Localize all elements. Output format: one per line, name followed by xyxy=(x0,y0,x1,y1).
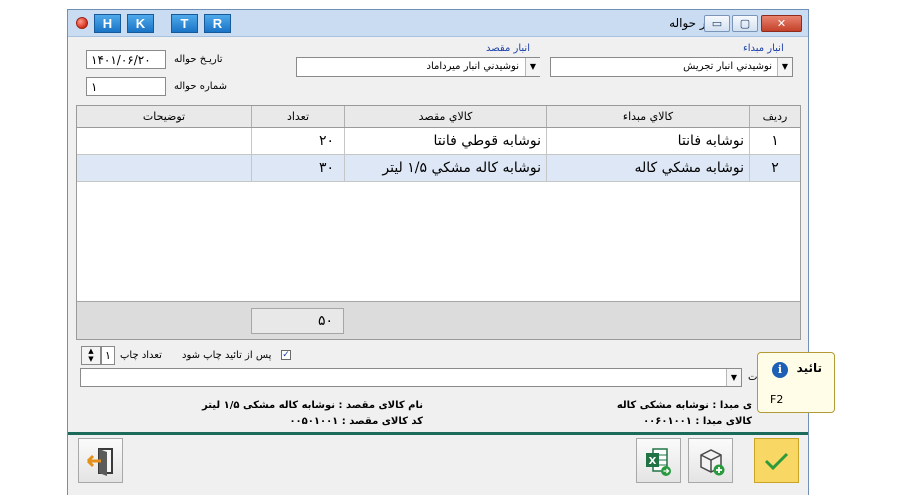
header-row-number[interactable]: رديف xyxy=(749,106,800,127)
svg-text:X: X xyxy=(649,456,657,467)
source-item-code-info: کالای مبدا : ۰۰۶۰۱۰۰۱ xyxy=(643,416,752,427)
exit-door-icon xyxy=(86,448,113,476)
cell-qty[interactable]: ۲۰ xyxy=(251,128,344,154)
total-qty: ۵۰ xyxy=(251,308,344,334)
titlebar: H K T R صدور حواله ▭ ▢ ✕ xyxy=(68,10,808,37)
transfer-window: H K T R صدور حواله ▭ ▢ ✕ انبار مبداء ▼ ن… xyxy=(67,9,809,495)
source-warehouse-value: نوشيدني انبار تجريش xyxy=(683,61,772,72)
dest-warehouse-label: انبار مقصد xyxy=(486,43,530,54)
cell-dest-item[interactable]: نوشابه قوطي فانتا xyxy=(344,128,546,154)
title-button-h[interactable]: H xyxy=(94,14,121,33)
source-item-name-info: ی مبدا : نوشابه مشکی کاله xyxy=(616,400,752,411)
items-grid: توضيحات تعداد کالاي مقصد کالاي مبداء ردي… xyxy=(76,105,801,340)
confirm-tooltip: i تائید F2 xyxy=(757,352,835,413)
totals-bar: ۵۰ xyxy=(77,301,800,339)
info-icon: i xyxy=(772,362,788,378)
table-row[interactable]: ۲۰ نوشابه قوطي فانتا نوشابه فانتا ۱ xyxy=(77,128,800,155)
header-dest-item[interactable]: کالاي مقصد xyxy=(344,106,546,127)
restore-button[interactable]: ▢ xyxy=(732,15,758,32)
restore-icon: ▢ xyxy=(739,17,751,30)
description-select[interactable]: ▼ xyxy=(80,368,742,387)
header-notes[interactable]: توضيحات xyxy=(77,106,251,127)
header-source-item[interactable]: کالاي مبداء xyxy=(546,106,749,127)
number-label: شماره حواله xyxy=(174,81,227,92)
cell-source-item[interactable]: نوشابه مشکي کاله xyxy=(546,155,749,181)
excel-export-icon: X xyxy=(646,448,671,476)
tooltip-shortcut: F2 xyxy=(770,393,784,406)
dest-item-name-info: نام کالای مقصد : نوشابه کاله مشکی ۱/۵ لي… xyxy=(201,400,423,411)
cell-source-item[interactable]: نوشابه فانتا xyxy=(546,128,749,154)
dest-chevron-down-icon[interactable]: ▼ xyxy=(525,58,540,76)
print-count-stepper[interactable]: ▲ ▼ xyxy=(81,346,101,365)
print-count-label: تعداد چاپ xyxy=(120,350,162,361)
close-icon: ✕ xyxy=(776,17,787,30)
description-chevron-down-icon[interactable]: ▼ xyxy=(726,369,741,386)
title-button-k[interactable]: K xyxy=(127,14,154,33)
grid-header: توضيحات تعداد کالاي مقصد کالاي مبداء ردي… xyxy=(77,106,800,128)
cell-notes[interactable] xyxy=(77,128,251,154)
cell-notes[interactable] xyxy=(77,155,251,181)
date-field[interactable]: ۱۴۰۱/۰۶/۲۰ xyxy=(86,50,166,69)
tooltip-title: تائید xyxy=(796,361,822,375)
print-after-confirm-checkbox[interactable]: ✓ xyxy=(281,350,291,360)
print-package-icon xyxy=(700,449,725,476)
print-after-confirm-label: پس از تائيد چاپ شود xyxy=(182,350,272,361)
app-icon xyxy=(76,17,88,29)
title-button-r[interactable]: R xyxy=(204,14,231,33)
print-button[interactable] xyxy=(688,438,733,483)
date-value: ۱۴۰۱/۰۶/۲۰ xyxy=(91,53,151,67)
close-button[interactable]: ✕ xyxy=(761,15,802,32)
print-count-value[interactable]: ۱ xyxy=(101,346,115,365)
date-label: تاريـخ حواله xyxy=(174,54,223,65)
dest-warehouse-value: نوشيدني انبار ميرداماد xyxy=(426,61,519,72)
confirm-button[interactable] xyxy=(754,438,799,483)
table-row-selected[interactable]: ۳۰ نوشابه کاله مشکي ۱/۵ ليتر نوشابه مشکي… xyxy=(77,155,800,182)
excel-export-button[interactable]: X xyxy=(636,438,681,483)
dest-warehouse-select[interactable]: نوشيدني انبار ميرداماد ▼ xyxy=(296,57,540,77)
exit-button[interactable] xyxy=(78,438,123,483)
number-field[interactable]: ۱ xyxy=(86,77,166,96)
dest-item-code-info: کد کالای مقصد : ۰۰۵۰۱۰۰۱ xyxy=(289,416,423,427)
title-button-t[interactable]: T xyxy=(171,14,198,33)
number-value: ۱ xyxy=(91,80,98,94)
description-label: ت xyxy=(748,372,758,383)
cell-row-number[interactable]: ۱ xyxy=(749,128,800,154)
minimize-icon: ▭ xyxy=(711,17,723,30)
cell-qty[interactable]: ۳۰ xyxy=(251,155,344,181)
checkmark-icon xyxy=(764,452,789,471)
header-qty[interactable]: تعداد xyxy=(251,106,344,127)
source-warehouse-label: انبار مبداء xyxy=(743,43,784,54)
cell-row-number[interactable]: ۲ xyxy=(749,155,800,181)
minimize-button[interactable]: ▭ xyxy=(704,15,730,32)
cell-dest-item[interactable]: نوشابه کاله مشکي ۱/۵ ليتر xyxy=(344,155,546,181)
source-warehouse-select[interactable]: ▼ نوشيدني انبار تجريش xyxy=(550,57,793,77)
chevron-down-icon[interactable]: ▼ xyxy=(777,58,792,76)
